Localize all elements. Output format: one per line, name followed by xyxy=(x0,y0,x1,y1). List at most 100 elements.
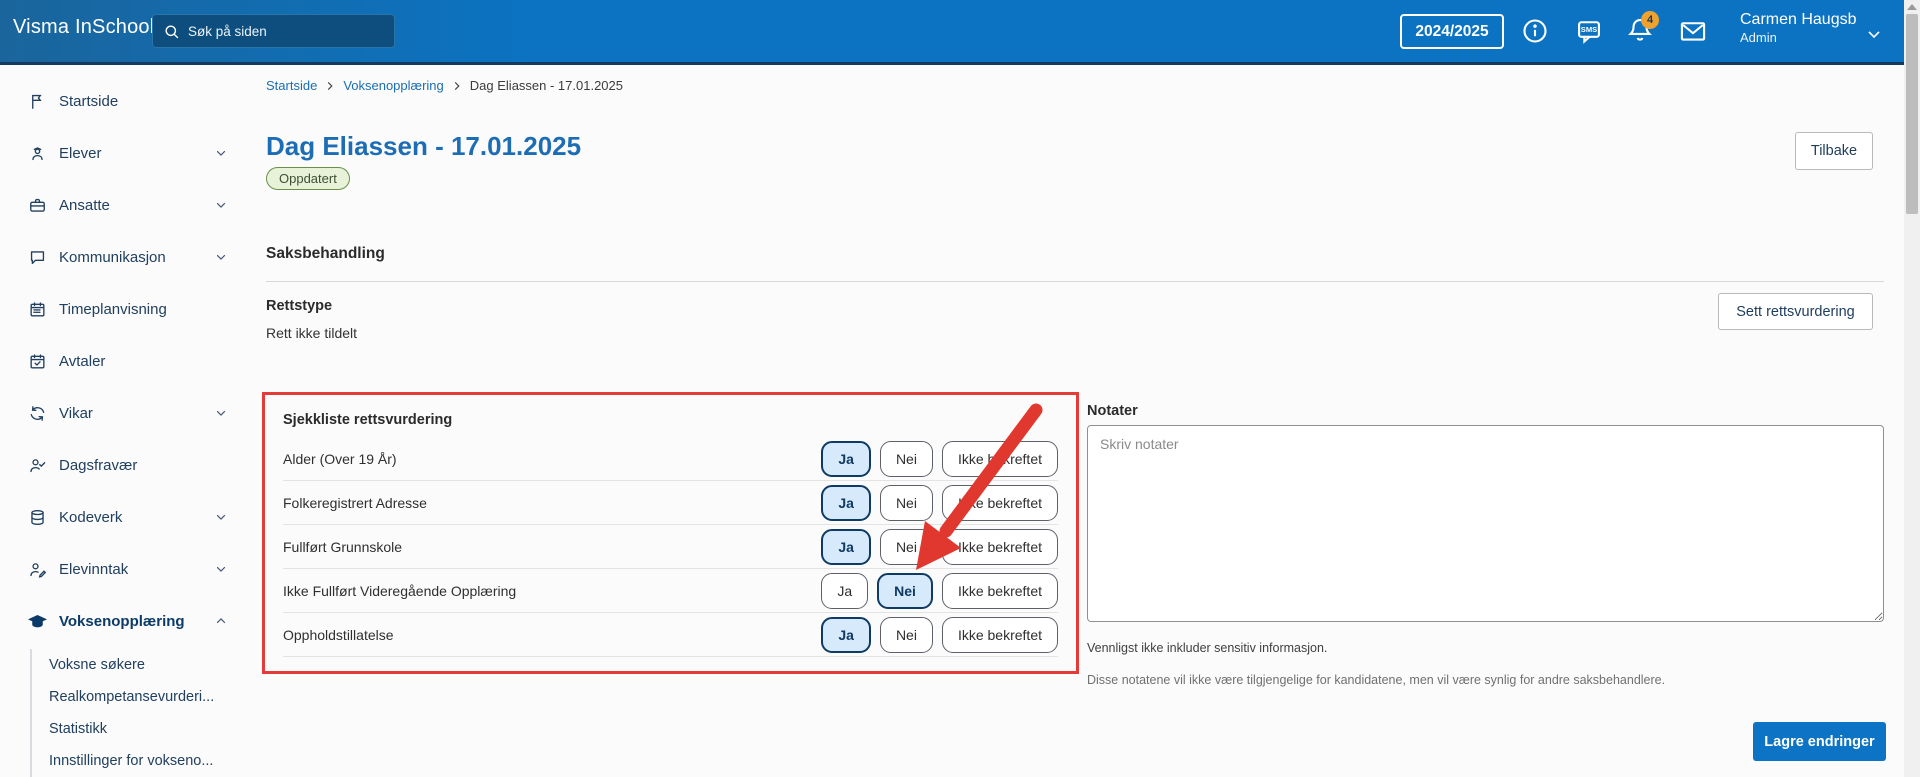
user-name: Carmen Haugsb xyxy=(1740,11,1857,28)
checklist-row: Folkeregistrert Adresse Ja Nei Ikke bekreft… xyxy=(283,481,1058,525)
option-button-nei[interactable]: Nei xyxy=(879,528,933,565)
svg-text:SMS: SMS xyxy=(1581,25,1597,34)
option-button-ikke-bekreftet[interactable]: Ikke bekreftet xyxy=(941,440,1058,477)
sidebar-item-label: Startside xyxy=(59,92,119,110)
sidebar-item-dagsfrav-r[interactable]: Dagsfravær xyxy=(0,439,250,491)
global-search[interactable] xyxy=(152,14,395,48)
student-icon xyxy=(28,144,47,163)
info-icon[interactable] xyxy=(1521,17,1549,45)
chevron-down-icon xyxy=(214,406,228,420)
back-button[interactable]: Tilbake xyxy=(1795,132,1873,170)
chevron-right-icon xyxy=(324,80,336,92)
option-button-nei[interactable]: Nei xyxy=(879,484,933,521)
user-check-icon xyxy=(28,456,47,475)
checklist-rows: Alder (Over 19 År) Ja Nei Ikke bekreftet Fol… xyxy=(283,437,1058,657)
sidebar-item-timeplanvisning[interactable]: Timeplanvisning xyxy=(0,283,250,335)
sidebar-subnav: Voksne søkere Realkompetansevurderi... Sta… xyxy=(30,649,250,777)
checklist-option-group: Ja Nei Ikke bekreftet xyxy=(821,572,1058,609)
page-title: Dag Eliassen - 17.01.2025 xyxy=(266,131,582,161)
app-logo[interactable]: Visma InSchool xyxy=(13,16,154,39)
user-menu[interactable]: Carmen Haugsb Admin xyxy=(1740,10,1857,46)
sidebar-item-label: Avtaler xyxy=(59,352,106,370)
checklist-option-group: Ja Nei Ikke bekreftet xyxy=(821,616,1058,653)
option-button-ja[interactable]: Ja xyxy=(821,484,871,521)
scrollbar-up-arrow-icon[interactable] xyxy=(1907,4,1917,10)
option-button-ikke-bekreftet[interactable]: Ikke bekreftet xyxy=(941,528,1058,565)
sidebar-subitem-voksne-s-kere[interactable]: Voksne søkere xyxy=(32,649,250,681)
status-badge: Oppdatert xyxy=(266,167,350,190)
database-icon xyxy=(28,508,47,527)
case-section-heading: Saksbehandling xyxy=(266,245,385,262)
user-role: Admin xyxy=(1740,30,1777,45)
chat-icon xyxy=(28,248,47,267)
sidebar-item-label: Voksenopplæring xyxy=(59,612,185,630)
notes-helper-sensitive: Vennligst ikke inkluder sensitiv informa… xyxy=(1087,641,1328,655)
rettstype-label: Rettstype xyxy=(266,298,333,314)
checklist-row-label: Ikke Fullført Videregående Opplæring xyxy=(283,582,517,599)
search-icon xyxy=(165,24,179,38)
chevron-down-icon[interactable] xyxy=(1864,24,1884,44)
chevron-down-icon xyxy=(214,198,228,212)
sidebar-item-startside[interactable]: Startside xyxy=(0,75,250,127)
sidebar-item-ansatte[interactable]: Ansatte xyxy=(0,179,250,231)
rettstype-value: Rett ikke tildelt xyxy=(266,325,358,341)
sidebar-subitem-statistikk[interactable]: Statistikk xyxy=(32,713,250,745)
briefcase-icon xyxy=(28,196,47,215)
checklist-row: Oppholdstillatelse Ja Nei Ikke bekreftet xyxy=(283,613,1058,657)
sidebar-item-avtaler[interactable]: Avtaler xyxy=(0,335,250,387)
chevron-down-icon xyxy=(214,562,228,576)
notes-textarea[interactable] xyxy=(1087,425,1884,622)
sidebar-item-label: Ansatte xyxy=(59,196,110,214)
option-button-ikke-bekreftet[interactable]: Ikke bekreftet xyxy=(941,616,1058,653)
set-rettsvurdering-button[interactable]: Sett rettsvurdering xyxy=(1718,293,1873,330)
calendar-icon xyxy=(28,300,47,319)
chevron-down-icon xyxy=(214,250,228,264)
sidebar-subitem-realkompetansevurderi-[interactable]: Realkompetansevurderi... xyxy=(32,681,250,713)
top-navigation-bar: Visma InSchool 2024/2025 SMS 4 Carmen Ha… xyxy=(0,0,1904,65)
checklist-option-group: Ja Nei Ikke bekreftet xyxy=(821,484,1058,521)
sidebar-item-kommunikasjon[interactable]: Kommunikasjon xyxy=(0,231,250,283)
breadcrumb: Startside Voksenopplæring Dag Eliassen - 1… xyxy=(266,78,623,93)
sidebar-item-label: Dagsfravær xyxy=(59,456,138,474)
chevron-up-icon xyxy=(214,614,228,628)
option-button-ja[interactable]: Ja xyxy=(821,528,871,565)
vertical-scrollbar[interactable] xyxy=(1904,0,1920,777)
graduation-cap-icon xyxy=(27,612,48,631)
breadcrumb-link[interactable]: Voksenopplæring xyxy=(343,78,443,93)
checklist-row-label: Alder (Over 19 År) xyxy=(283,450,397,467)
checklist-row-label: Fullført Grunnskole xyxy=(283,538,403,555)
breadcrumb-link[interactable]: Startside xyxy=(266,78,317,93)
save-changes-button[interactable]: Lagre endringer xyxy=(1753,722,1886,761)
option-button-ja[interactable]: Ja xyxy=(821,440,871,477)
sidebar-subitem-innstillinger-for-vokseno-[interactable]: Innstillinger for vokseno... xyxy=(32,745,250,777)
option-button-ikke-bekreftet[interactable]: Ikke bekreftet xyxy=(941,572,1058,609)
checklist-row: Ikke Fullført Videregående Opplæring Ja Ne… xyxy=(283,569,1058,613)
checklist-highlight-box: Sjekkliste rettsvurdering Alder (Over 19… xyxy=(262,392,1079,674)
search-input[interactable] xyxy=(188,23,368,39)
user-edit-icon xyxy=(28,560,47,579)
school-year-selector[interactable]: 2024/2025 xyxy=(1400,14,1504,49)
sidebar-item-label: Elevinntak xyxy=(59,560,129,578)
notifications-bell-icon[interactable]: 4 xyxy=(1626,11,1659,44)
sidebar-item-elevinntak[interactable]: Elevinntak xyxy=(0,543,250,595)
option-button-ikke-bekreftet[interactable]: Ikke bekreftet xyxy=(941,484,1058,521)
option-button-nei[interactable]: Nei xyxy=(879,440,933,477)
notification-count-badge: 4 xyxy=(1641,11,1659,29)
option-button-ja[interactable]: Ja xyxy=(821,616,871,653)
notes-helper-visibility: Disse notatene vil ikke være tilgjengeli… xyxy=(1087,673,1666,687)
sidebar-item-elever[interactable]: Elever xyxy=(0,127,250,179)
visma-inschool-app: Visma InSchool 2024/2025 SMS 4 Carmen Ha… xyxy=(0,0,1920,777)
option-button-nei[interactable]: Nei xyxy=(879,616,933,653)
sidebar-item-vikar[interactable]: Vikar xyxy=(0,387,250,439)
scrollbar-thumb[interactable] xyxy=(1906,14,1918,214)
option-button-ja[interactable]: Ja xyxy=(821,572,869,609)
sidebar-item-voksenoppl-ring[interactable]: Voksenopplæring xyxy=(0,595,250,647)
messages-envelope-icon[interactable] xyxy=(1679,18,1707,46)
option-button-nei[interactable]: Nei xyxy=(877,572,933,609)
refresh-icon xyxy=(28,404,47,423)
sidebar-item-label: Elever xyxy=(59,144,102,162)
sms-icon[interactable]: SMS xyxy=(1575,17,1603,45)
breadcrumb-current: Dag Eliassen - 17.01.2025 xyxy=(469,78,623,93)
section-divider xyxy=(266,281,1884,282)
sidebar-item-kodeverk[interactable]: Kodeverk xyxy=(0,491,250,543)
